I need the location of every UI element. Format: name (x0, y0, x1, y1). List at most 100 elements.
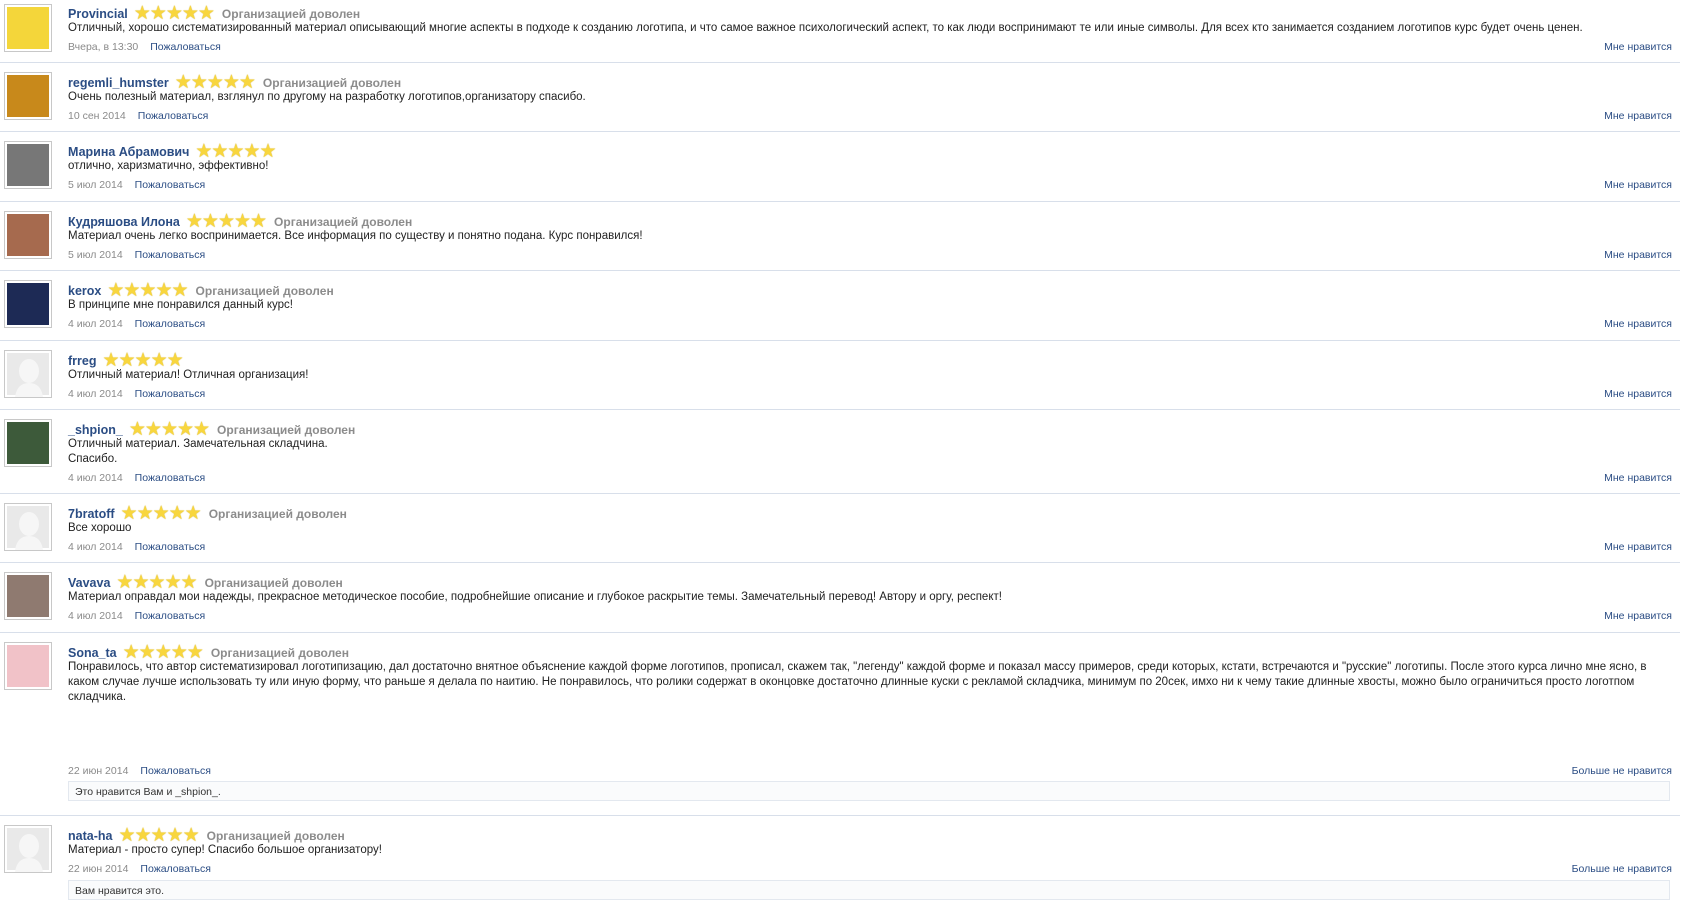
rating-stars-icon: ★★★★★ (118, 824, 199, 846)
avatar[interactable] (4, 141, 52, 189)
unlike-link[interactable]: Больше не нравится (1572, 765, 1672, 777)
avatar[interactable] (4, 280, 52, 328)
avatar[interactable] (4, 572, 52, 620)
avatar[interactable] (4, 825, 52, 873)
username-link[interactable]: Кудряшова Илона (68, 215, 180, 229)
dark-avatar-icon (7, 283, 49, 325)
review-text: Материал - просто супер! Спасибо большое… (68, 844, 382, 856)
report-link[interactable]: Пожаловаться (135, 388, 206, 400)
review-text: Материал оправдал мои надежды, прекрасно… (68, 591, 1002, 603)
review-date: 22 июн 2014 (68, 863, 129, 875)
avatar[interactable] (4, 503, 52, 551)
review-text: Материал очень легко воспринимается. Все… (68, 230, 643, 242)
org-satisfied-badge: Организацией доволен (208, 506, 347, 521)
review-item: nata-ha ★★★★★ Организацией доволен Материа… (0, 816, 1680, 904)
avatar[interactable] (4, 350, 52, 398)
review-text: отлично, харизматично, эффективно! (68, 160, 269, 172)
review-text: Очень полезный материал, взглянул по дру… (68, 91, 586, 103)
unlike-link[interactable]: Больше не нравится (1572, 863, 1672, 875)
review-date: 22 июн 2014 (68, 765, 129, 777)
org-satisfied-badge: Организацией доволен (195, 283, 334, 298)
review-text: Отличный материал! Отличная организация! (68, 369, 309, 381)
like-link[interactable]: Мне нравится (1604, 388, 1672, 400)
report-link[interactable]: Пожаловаться (140, 863, 211, 875)
review-item: Sona_ta ★★★★★ Организацией доволен Понрави… (0, 633, 1680, 816)
report-link[interactable]: Пожаловаться (135, 610, 206, 622)
report-link[interactable]: Пожаловаться (135, 472, 206, 484)
rating-stars-icon: ★★★★★ (107, 279, 188, 301)
default-user-avatar-icon (7, 353, 49, 397)
username-link[interactable]: Sona_ta (68, 646, 117, 660)
rating-stars-icon: ★★★★★ (185, 210, 267, 232)
review-item: Марина Абрамович ★★★★★ отлично, харизмати… (0, 132, 1680, 202)
org-satisfied-badge: Организацией доволен (217, 422, 356, 437)
report-link[interactable]: Пожаловаться (135, 249, 206, 261)
report-link[interactable]: Пожаловаться (135, 318, 206, 330)
review-item: frreg ★★★★★ Отличный материал! Отличная о… (0, 341, 1680, 410)
avatar[interactable] (4, 642, 52, 690)
report-link[interactable]: Пожаловаться (135, 541, 206, 553)
review-text: Отличный материал. Замечательная складчи… (68, 438, 328, 465)
org-satisfied-badge: Организацией доволен (274, 214, 413, 229)
username-link[interactable]: Provincial (68, 7, 128, 21)
rating-stars-icon: ★★★★★ (128, 418, 210, 440)
hat-man-avatar-icon (7, 422, 49, 464)
report-link[interactable]: Пожаловаться (135, 179, 206, 191)
avatar[interactable] (4, 72, 52, 120)
avatar[interactable] (4, 211, 52, 259)
like-link[interactable]: Мне нравится (1604, 179, 1672, 191)
review-date: 4 июл 2014 (68, 388, 123, 400)
username-link[interactable]: Марина Абрамович (68, 145, 189, 159)
username-link[interactable]: kerox (68, 284, 101, 298)
avatar[interactable] (4, 4, 52, 52)
hamster-avatar-icon (7, 75, 49, 117)
username-link[interactable]: nata-ha (68, 829, 112, 843)
avatar[interactable] (4, 419, 52, 467)
like-link[interactable]: Мне нравится (1604, 610, 1672, 622)
review-date: 10 сен 2014 (68, 110, 126, 122)
org-satisfied-badge: Организацией доволен (206, 828, 345, 843)
likes-summary: Это нравится Вам и _shpion_. (68, 781, 1670, 801)
like-link[interactable]: Мне нравится (1604, 472, 1672, 484)
review-item: Кудряшова Илона ★★★★★ Организацией доволен… (0, 202, 1680, 271)
like-link[interactable]: Мне нравится (1604, 318, 1672, 330)
org-satisfied-badge: Организацией доволен (262, 75, 402, 90)
report-link[interactable]: Пожаловаться (140, 765, 211, 777)
like-link[interactable]: Мне нравится (1604, 249, 1672, 261)
like-link[interactable]: Мне нравится (1604, 110, 1672, 122)
review-item: regemli_humster ★★★★★ Организацией доволен… (0, 63, 1680, 132)
review-text: Понравилось, что автор систематизировал … (68, 661, 1647, 703)
review-item: kerox ★★★★★ Организацией доволен В принцип… (0, 271, 1680, 341)
review-text: В принципе мне понравился данный курс! (68, 299, 293, 311)
review-item: 7bratoff ★★★★★ Организацией доволен Все хо… (0, 494, 1680, 563)
report-link[interactable]: Пожаловаться (138, 110, 209, 122)
username-link[interactable]: frreg (68, 354, 96, 368)
like-link[interactable]: Мне нравится (1604, 41, 1672, 53)
likes-summary: Вам нравится это. (68, 880, 1670, 900)
username-link[interactable]: 7bratoff (68, 507, 115, 521)
review-date: 4 июл 2014 (68, 472, 123, 484)
org-satisfied-badge: Организацией доволен (210, 645, 349, 660)
rating-stars-icon: ★★★★★ (116, 571, 197, 593)
review-text: Отличный, хорошо систематизированный мат… (68, 22, 1583, 34)
default-user-avatar-icon (7, 506, 49, 550)
org-satisfied-badge: Организацией доволен (221, 6, 361, 21)
review-item: _shpion_ ★★★★★ Организацией доволен Отличн… (0, 410, 1680, 494)
review-date: 4 июл 2014 (68, 318, 123, 330)
report-link[interactable]: Пожаловаться (150, 41, 221, 53)
username-link[interactable]: Vavava (68, 576, 110, 590)
rating-stars-icon: ★★★★★ (120, 502, 202, 524)
rating-stars-icon: ★★★★★ (133, 2, 215, 24)
review-date: 5 июл 2014 (68, 249, 123, 261)
photo-avatar-icon (7, 214, 49, 256)
review-text: Все хорошо (68, 522, 132, 534)
rating-stars-icon: ★★★★★ (122, 641, 204, 663)
username-link[interactable]: regemli_humster (68, 76, 169, 90)
rating-stars-icon: ★★★★★ (195, 140, 276, 162)
review-date: Вчера, в 13:30 (68, 41, 139, 53)
like-link[interactable]: Мне нравится (1604, 541, 1672, 553)
default-user-avatar-icon (7, 828, 49, 872)
sketch-avatar-icon (7, 144, 49, 186)
ship-avatar-icon (7, 575, 49, 617)
username-link[interactable]: _shpion_ (68, 423, 123, 437)
